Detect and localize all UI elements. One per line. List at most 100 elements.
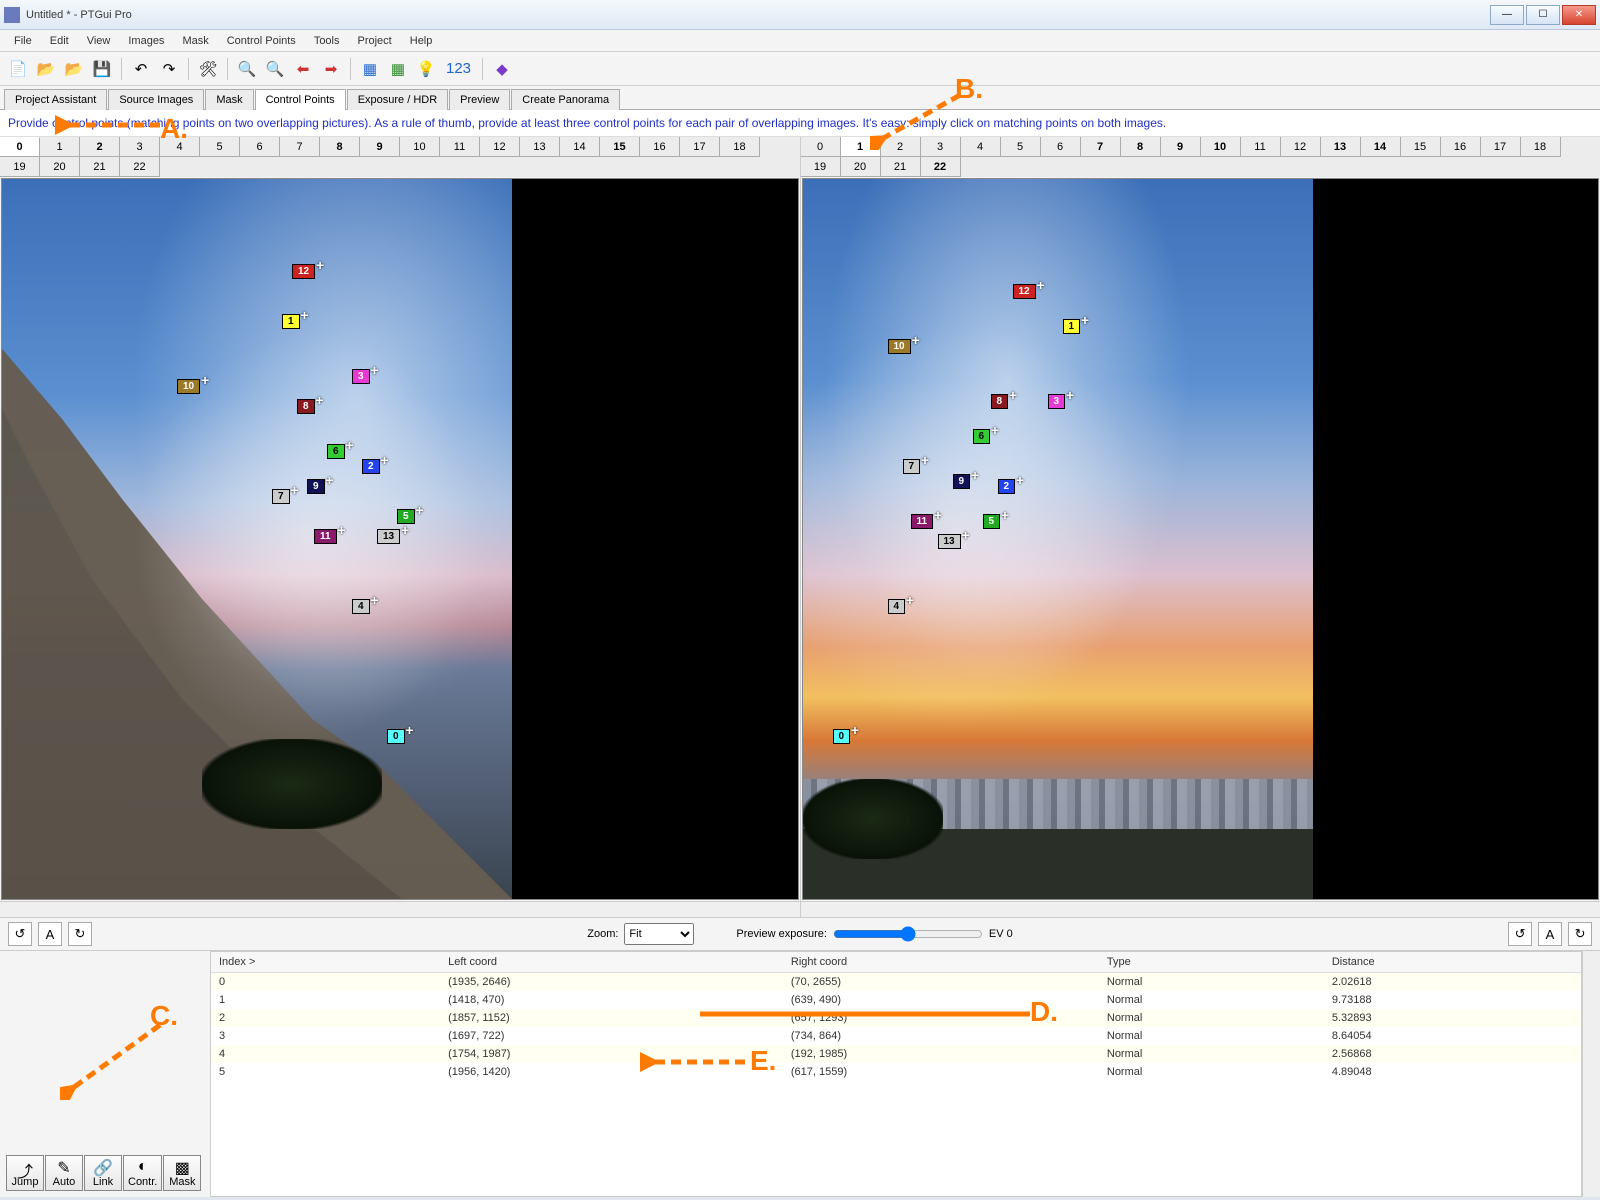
image-tab-21[interactable]: 21 xyxy=(881,157,921,177)
next-icon[interactable]: ➡ xyxy=(319,57,343,81)
image-tab-6[interactable]: 6 xyxy=(1041,137,1081,157)
cp-marker-2[interactable]: 2 xyxy=(362,459,380,474)
cp-marker-4[interactable]: 4 xyxy=(888,599,906,614)
right-rotate-ccw-button[interactable]: ↺ xyxy=(1508,922,1532,946)
cp-marker-11[interactable]: 11 xyxy=(314,529,337,544)
cp-marker-12[interactable]: 12 xyxy=(292,264,315,279)
cp-marker-1[interactable]: 1 xyxy=(282,314,300,329)
redo-icon[interactable]: ↷ xyxy=(157,57,181,81)
image-tab-16[interactable]: 16 xyxy=(1441,137,1481,157)
image-tab-1[interactable]: 1 xyxy=(40,137,80,157)
menu-control-points[interactable]: Control Points xyxy=(219,33,304,49)
image-tab-7[interactable]: 7 xyxy=(1081,137,1121,157)
image-tab-22[interactable]: 22 xyxy=(120,157,160,177)
menu-file[interactable]: File xyxy=(6,33,40,49)
tab-source-images[interactable]: Source Images xyxy=(108,89,204,110)
tab-control-points[interactable]: Control Points xyxy=(255,89,346,110)
cp-marker-11[interactable]: 11 xyxy=(911,514,934,529)
cp-marker-8[interactable]: 8 xyxy=(991,394,1009,409)
image-tab-7[interactable]: 7 xyxy=(280,137,320,157)
cp-marker-3[interactable]: 3 xyxy=(352,369,370,384)
new-icon[interactable]: 📄 xyxy=(6,57,30,81)
jump-button[interactable]: ⤴Jump xyxy=(6,1155,44,1191)
col-index[interactable]: Index > xyxy=(211,952,440,973)
image-tab-15[interactable]: 15 xyxy=(600,137,640,157)
table-row[interactable]: 3(1697, 722)(734, 864)Normal8.64054 xyxy=(211,1027,1581,1045)
tab-project-assistant[interactable]: Project Assistant xyxy=(4,89,107,110)
cp-marker-6[interactable]: 6 xyxy=(973,429,991,444)
image-tab-8[interactable]: 8 xyxy=(320,137,360,157)
image-tab-17[interactable]: 17 xyxy=(680,137,720,157)
exposure-slider[interactable] xyxy=(833,926,983,942)
image-tab-13[interactable]: 13 xyxy=(520,137,560,157)
table-row[interactable]: 2(1857, 1152)(657, 1293)Normal5.32893 xyxy=(211,1009,1581,1027)
right-rotate-cw-button[interactable]: ↻ xyxy=(1568,922,1592,946)
cp-marker-6[interactable]: 6 xyxy=(327,444,345,459)
col-distance[interactable]: Distance xyxy=(1324,952,1581,973)
cp-marker-9[interactable]: 9 xyxy=(953,474,971,489)
image-tab-8[interactable]: 8 xyxy=(1121,137,1161,157)
left-h-scrollbar[interactable] xyxy=(0,901,800,917)
image-tab-10[interactable]: 10 xyxy=(400,137,440,157)
undo-icon[interactable]: ↶ xyxy=(129,57,153,81)
image-tab-12[interactable]: 12 xyxy=(480,137,520,157)
contr-button[interactable]: ◐Contr. xyxy=(123,1155,162,1191)
table-row[interactable]: 0(1935, 2646)(70, 2655)Normal2.02618 xyxy=(211,973,1581,992)
panorama-editor-icon[interactable]: ▦ xyxy=(358,57,382,81)
image-tab-18[interactable]: 18 xyxy=(1521,137,1561,157)
right-auto-button[interactable]: A xyxy=(1538,922,1562,946)
cp-marker-10[interactable]: 10 xyxy=(888,339,911,354)
image-tab-0[interactable]: 0 xyxy=(0,137,40,157)
menu-images[interactable]: Images xyxy=(120,33,172,49)
cp-marker-5[interactable]: 5 xyxy=(983,514,1001,529)
open-recent-icon[interactable]: 📂 xyxy=(62,57,86,81)
image-tab-20[interactable]: 20 xyxy=(40,157,80,177)
menu-view[interactable]: View xyxy=(79,33,119,49)
cp-marker-13[interactable]: 13 xyxy=(938,534,961,549)
image-tab-6[interactable]: 6 xyxy=(240,137,280,157)
cp-marker-12[interactable]: 12 xyxy=(1013,284,1036,299)
image-tab-2[interactable]: 2 xyxy=(80,137,120,157)
zoom-out-icon[interactable]: 🔍 xyxy=(263,57,287,81)
menu-edit[interactable]: Edit xyxy=(42,33,77,49)
image-tab-5[interactable]: 5 xyxy=(200,137,240,157)
open-icon[interactable]: 📂 xyxy=(34,57,58,81)
table-row[interactable]: 4(1754, 1987)(192, 1985)Normal2.56868 xyxy=(211,1045,1581,1063)
col-leftcoord[interactable]: Left coord xyxy=(440,952,783,973)
tab-mask[interactable]: Mask xyxy=(205,89,253,110)
col-rightcoord[interactable]: Right coord xyxy=(783,952,1099,973)
auto-button[interactable]: ✎Auto xyxy=(45,1155,83,1191)
left-rotate-cw-button[interactable]: ↻ xyxy=(68,922,92,946)
image-tab-0[interactable]: 0 xyxy=(801,137,841,157)
cp-marker-13[interactable]: 13 xyxy=(377,529,400,544)
cp-marker-10[interactable]: 10 xyxy=(177,379,200,394)
options-icon[interactable]: 🛠 xyxy=(196,57,220,81)
image-tab-13[interactable]: 13 xyxy=(1321,137,1361,157)
menu-project[interactable]: Project xyxy=(350,33,400,49)
image-tab-1[interactable]: 1 xyxy=(841,137,881,157)
image-tab-14[interactable]: 14 xyxy=(560,137,600,157)
right-image-view[interactable]: 121108367921151340 xyxy=(802,178,1600,900)
image-tab-11[interactable]: 11 xyxy=(440,137,480,157)
image-tab-3[interactable]: 3 xyxy=(921,137,961,157)
cp-marker-2[interactable]: 2 xyxy=(998,479,1016,494)
image-tab-19[interactable]: 19 xyxy=(0,157,40,177)
image-tab-12[interactable]: 12 xyxy=(1281,137,1321,157)
tab-exposure---hdr[interactable]: Exposure / HDR xyxy=(347,89,448,110)
image-tab-10[interactable]: 10 xyxy=(1201,137,1241,157)
cp-marker-4[interactable]: 4 xyxy=(352,599,370,614)
image-tab-9[interactable]: 9 xyxy=(1161,137,1201,157)
image-tab-2[interactable]: 2 xyxy=(881,137,921,157)
image-tab-17[interactable]: 17 xyxy=(1481,137,1521,157)
cp-marker-7[interactable]: 7 xyxy=(272,489,290,504)
image-tab-21[interactable]: 21 xyxy=(80,157,120,177)
table-row[interactable]: 1(1418, 470)(639, 490)Normal9.73188 xyxy=(211,991,1581,1009)
image-tab-22[interactable]: 22 xyxy=(921,157,961,177)
save-icon[interactable]: 💾 xyxy=(90,57,114,81)
image-tab-18[interactable]: 18 xyxy=(720,137,760,157)
image-tab-11[interactable]: 11 xyxy=(1241,137,1281,157)
left-rotate-ccw-button[interactable]: ↺ xyxy=(8,922,32,946)
detail-viewer-icon[interactable]: ▦ xyxy=(386,57,410,81)
cp-marker-3[interactable]: 3 xyxy=(1048,394,1066,409)
cp-marker-0[interactable]: 0 xyxy=(387,729,405,744)
